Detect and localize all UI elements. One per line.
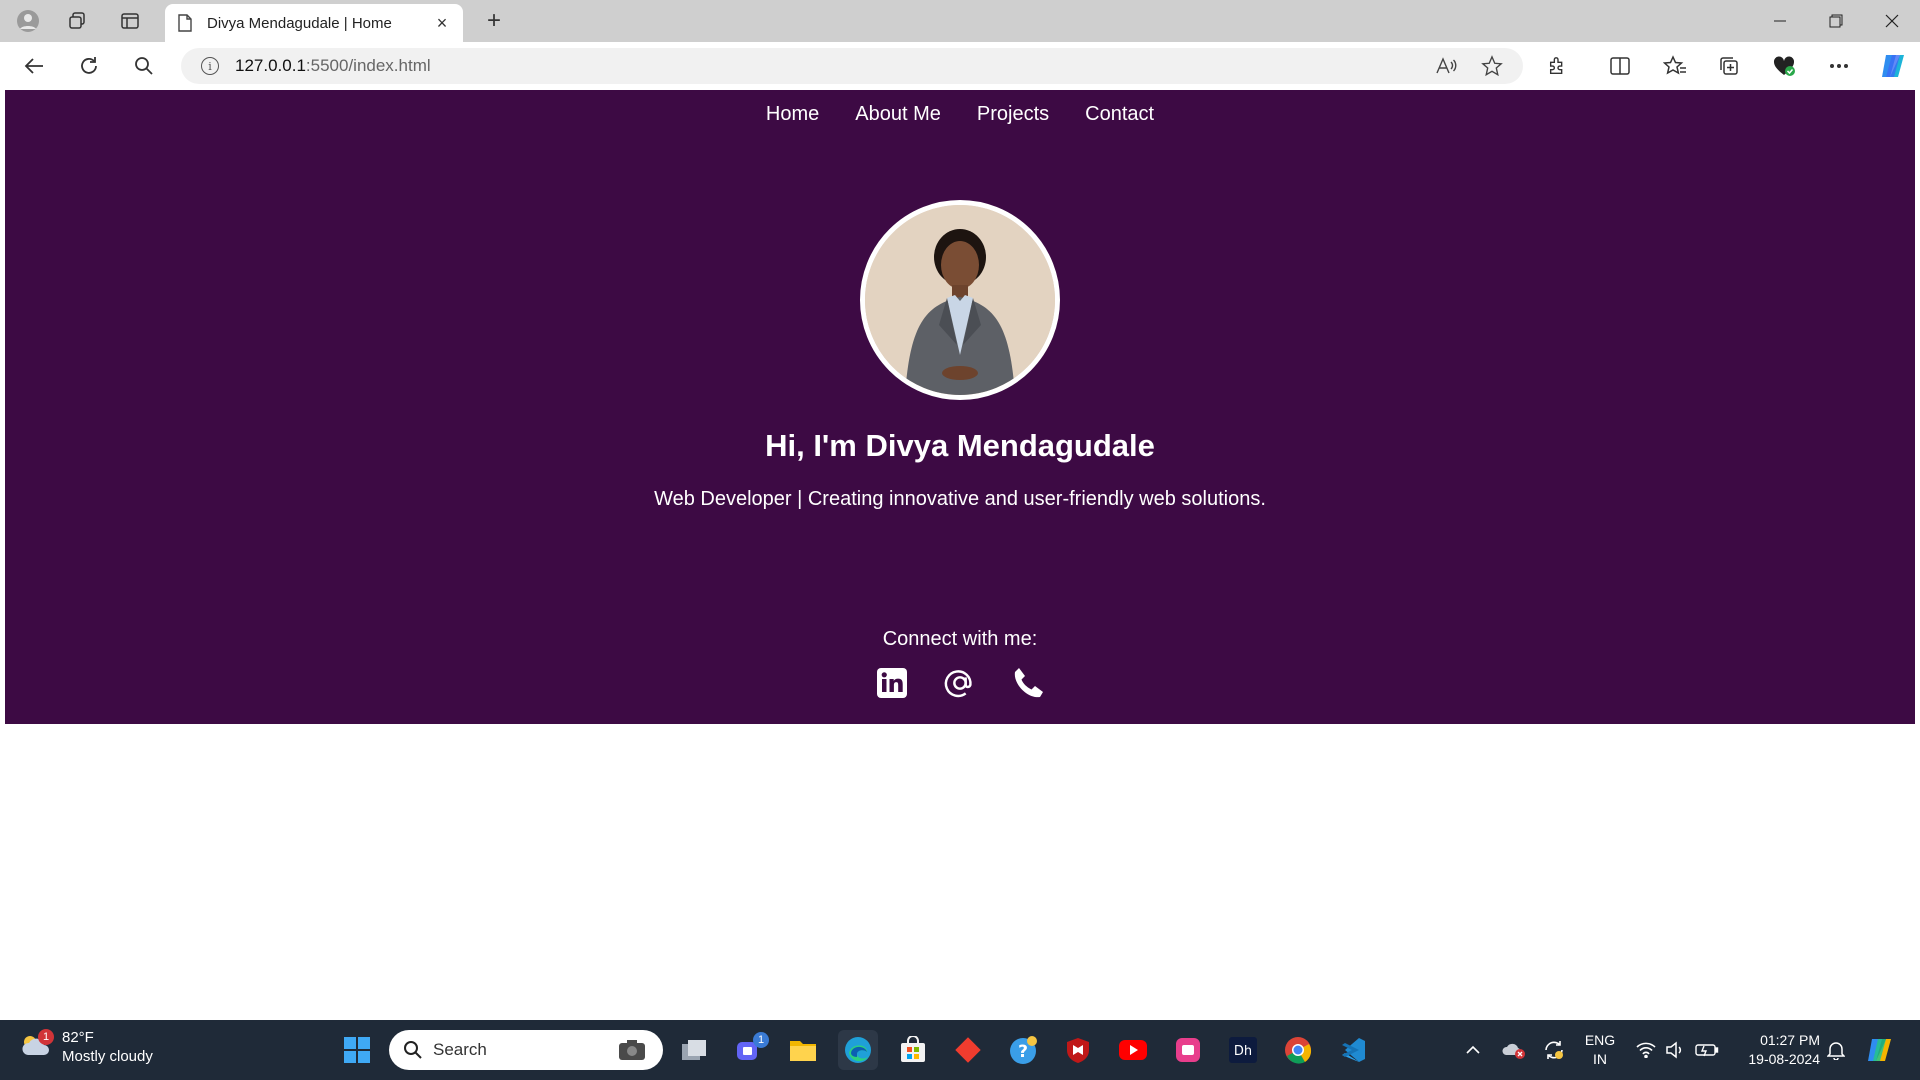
browser-essentials-icon[interactable] — [1767, 50, 1801, 82]
hero-section: Home About Me Projects Contact Hi, I'm D… — [5, 90, 1915, 724]
dh-app-icon[interactable]: Dh — [1223, 1030, 1263, 1070]
teams-badge: 1 — [753, 1032, 769, 1048]
clock-date: 19-08-2024 — [1748, 1051, 1820, 1067]
teams-icon[interactable]: 1 — [729, 1030, 769, 1070]
clock[interactable]: 01:27 PM 19-08-2024 — [1730, 1031, 1820, 1069]
browser-toolbar: i 127.0.0.1:5500/index.html — [0, 42, 1920, 90]
profile-icon[interactable] — [12, 6, 44, 36]
site-info-icon[interactable]: i — [201, 57, 219, 75]
new-tab-button[interactable]: + — [478, 6, 510, 36]
social-links — [5, 665, 1915, 701]
favorite-star-icon[interactable] — [1475, 48, 1509, 84]
collections-icon[interactable] — [1712, 50, 1746, 82]
back-icon[interactable] — [17, 50, 51, 82]
help-icon[interactable]: ? — [1003, 1030, 1043, 1070]
sync-icon[interactable] — [1540, 1030, 1568, 1070]
url-host: 127.0.0.1 — [235, 56, 306, 75]
nav-projects[interactable]: Projects — [959, 103, 1067, 126]
show-hidden-icons-icon[interactable] — [1462, 1030, 1484, 1070]
main-nav: Home About Me Projects Contact — [5, 103, 1915, 126]
nav-about-me[interactable]: About Me — [837, 103, 959, 126]
page-icon — [177, 14, 193, 32]
split-screen-icon[interactable] — [1603, 50, 1637, 82]
wifi-icon[interactable] — [1634, 1030, 1658, 1070]
svg-text:?: ? — [1018, 1042, 1028, 1062]
extensions-icon[interactable] — [1541, 50, 1575, 82]
taskbar: 1 82°F Mostly cloudy Search 1 ? Dh ENG I… — [0, 1020, 1920, 1080]
window-controls — [1752, 0, 1920, 42]
connect-label: Connect with me: — [882, 628, 1038, 650]
start-icon[interactable] — [337, 1030, 377, 1070]
url-path: :5500/index.html — [305, 56, 431, 75]
copilot-taskbar-icon[interactable] — [1862, 1030, 1898, 1070]
file-explorer-icon[interactable] — [783, 1030, 823, 1070]
active-tab[interactable]: Divya Mendagudale | Home × — [165, 4, 463, 42]
vertical-tabs-icon[interactable] — [114, 6, 146, 36]
youtube-icon[interactable] — [1113, 1030, 1153, 1070]
volume-icon[interactable] — [1663, 1030, 1687, 1070]
cloud-icon: 1 — [20, 1029, 54, 1063]
read-aloud-icon[interactable] — [1429, 48, 1463, 84]
hero-heading: Hi, I'm Divya Mendagudale — [765, 428, 1155, 463]
search-icon — [404, 1041, 422, 1059]
mcafee-icon[interactable] — [1058, 1030, 1098, 1070]
phone-icon[interactable] — [1011, 665, 1045, 701]
address-bar[interactable]: i 127.0.0.1:5500/index.html — [181, 48, 1523, 84]
close-tab-icon[interactable]: × — [433, 13, 451, 33]
battery-icon[interactable] — [1694, 1030, 1720, 1070]
taskbar-search[interactable]: Search — [389, 1030, 663, 1070]
weather-widget[interactable]: 1 82°F Mostly cloudy — [20, 1028, 153, 1066]
language-indicator[interactable]: ENG IN — [1578, 1031, 1622, 1069]
lang-top: ENG — [1584, 1032, 1616, 1048]
more-menu-icon[interactable] — [1822, 50, 1856, 82]
git-icon[interactable] — [948, 1030, 988, 1070]
notifications-icon[interactable] — [1824, 1030, 1848, 1070]
nav-home[interactable]: Home — [748, 103, 837, 126]
taskbar-search-placeholder: Search — [433, 1040, 487, 1059]
restore-button[interactable] — [1808, 0, 1864, 42]
refresh-icon[interactable] — [72, 50, 106, 82]
at-icon[interactable] — [943, 665, 977, 701]
profile-photo — [860, 200, 1060, 400]
weather-temp: 82°F — [62, 1029, 94, 1046]
clipchamp-icon[interactable] — [1168, 1030, 1208, 1070]
onedrive-error-icon[interactable] — [1500, 1030, 1528, 1070]
task-view-icon[interactable] — [674, 1030, 714, 1070]
favorites-icon[interactable] — [1658, 50, 1692, 82]
clock-time: 01:27 PM — [1760, 1032, 1820, 1048]
svg-text:Dh: Dh — [1234, 1044, 1252, 1059]
hero-tagline: Web Developer | Creating innovative and … — [654, 488, 1266, 510]
close-window-button[interactable] — [1864, 0, 1920, 42]
camera-icon — [619, 1040, 645, 1060]
edge-icon[interactable] — [838, 1030, 878, 1070]
linkedin-icon[interactable] — [875, 665, 909, 701]
lang-bottom: IN — [1593, 1051, 1607, 1067]
minimize-button[interactable] — [1752, 0, 1808, 42]
browser-tab-strip: Divya Mendagudale | Home × + — [0, 0, 1920, 42]
weather-desc: Mostly cloudy — [62, 1048, 153, 1065]
copilot-icon[interactable] — [1876, 50, 1910, 82]
page-viewport: Home About Me Projects Contact Hi, I'm D… — [5, 90, 1915, 1080]
tab-title: Divya Mendagudale | Home — [207, 14, 392, 32]
chrome-icon[interactable] — [1278, 1030, 1318, 1070]
weather-badge: 1 — [38, 1029, 54, 1045]
vscode-icon[interactable] — [1333, 1030, 1373, 1070]
search-icon[interactable] — [127, 50, 161, 82]
workspaces-icon[interactable] — [61, 6, 93, 36]
microsoft-store-icon[interactable] — [893, 1030, 933, 1070]
nav-contact[interactable]: Contact — [1067, 103, 1172, 126]
